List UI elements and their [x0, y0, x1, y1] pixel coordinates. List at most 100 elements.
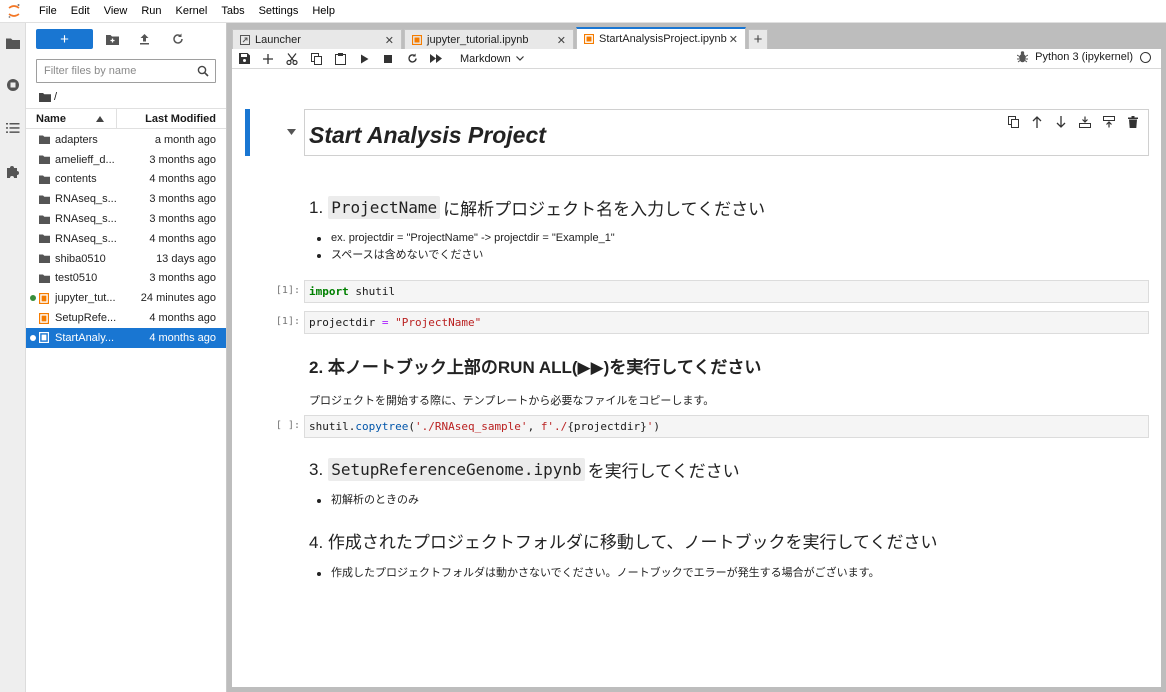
menu-tabs[interactable]: Tabs	[214, 0, 251, 22]
file-modified: 4 months ago	[149, 312, 216, 325]
menu-help[interactable]: Help	[305, 0, 342, 22]
file-row[interactable]: RNAseq_s... 3 months ago	[26, 209, 226, 229]
folder-icon	[38, 253, 50, 265]
close-icon[interactable]: ✕	[385, 34, 394, 47]
copy-icon[interactable]	[304, 49, 328, 69]
menu-file[interactable]: File	[32, 0, 64, 22]
markdown-cell-section-4[interactable]: 4. 作成されたプロジェクトフォルダに移動して、ノートブックを実行してください …	[309, 528, 938, 582]
file-list: adapters a month ago amelieff_d... 3 months…	[26, 130, 226, 348]
markdown-cell-section-2[interactable]: 2. 本ノートブック上部のRUN ALL(▶▶)を実行してください プロジェクト…	[309, 353, 761, 408]
insert-below-icon[interactable]	[1101, 114, 1117, 130]
table-of-contents-icon[interactable]	[5, 120, 21, 136]
extension-icon[interactable]	[5, 163, 21, 179]
file-row[interactable]: contents 4 months ago	[26, 170, 226, 190]
notebook-icon	[412, 34, 422, 45]
file-name: SetupRefe...	[55, 312, 117, 325]
stop-icon[interactable]	[376, 49, 400, 69]
kernel-status[interactable]: Python 3 (ipykernel)	[1017, 51, 1151, 63]
running-icon[interactable]	[5, 77, 21, 93]
delete-cell-icon[interactable]	[1125, 114, 1141, 130]
file-row[interactable]: adapters a month ago	[26, 130, 226, 150]
menu-run[interactable]: Run	[134, 0, 168, 22]
list-item: 初解析のときのみ	[309, 492, 740, 509]
code-cell-projectdir[interactable]: projectdir = "ProjectName"	[304, 311, 1149, 334]
notebook-cells: Start Analysis Project 1. ProjectName に解…	[232, 69, 1161, 687]
close-icon[interactable]: ✕	[729, 33, 738, 46]
jupyter-logo-icon	[0, 0, 28, 23]
file-name: RNAseq_s...	[55, 193, 117, 206]
save-icon[interactable]	[232, 49, 256, 69]
refresh-icon[interactable]	[170, 31, 186, 47]
cell-toolbar	[1005, 114, 1141, 130]
breadcrumb[interactable]: /	[39, 89, 57, 105]
file-row[interactable]: test0510 3 months ago	[26, 269, 226, 289]
search-icon	[197, 65, 209, 77]
menu-kernel[interactable]: Kernel	[169, 0, 215, 22]
file-row[interactable]: shiba0510 13 days ago	[26, 249, 226, 269]
insert-above-icon[interactable]	[1077, 114, 1093, 130]
folder-icon[interactable]	[5, 35, 21, 51]
run-all-icon[interactable]	[424, 49, 448, 69]
file-browser: + / Name Last Modified adaptersa mon	[26, 23, 227, 692]
notebook-panel: Markdown Python 3 (ipykernel) Start Anal…	[232, 49, 1161, 687]
close-icon[interactable]: ✕	[557, 34, 566, 47]
running-indicator-icon	[30, 295, 36, 302]
breadcrumb-root[interactable]: /	[54, 91, 57, 103]
name-column-header[interactable]: Name	[26, 109, 117, 128]
filter-files-field[interactable]	[36, 59, 216, 83]
file-name: shiba0510	[55, 252, 106, 265]
upload-icon[interactable]	[136, 31, 152, 47]
move-up-icon[interactable]	[1029, 114, 1045, 130]
restart-icon[interactable]	[400, 49, 424, 69]
menu-settings[interactable]: Settings	[252, 0, 306, 22]
last-modified-column-header[interactable]: Last Modified	[117, 113, 226, 125]
cut-icon[interactable]	[280, 49, 304, 69]
file-row[interactable]: RNAseq_s... 3 months ago	[26, 189, 226, 209]
markdown-cell-section-1[interactable]: 1. ProjectName に解析プロジェクト名を入力してください ex. p…	[309, 195, 765, 264]
cell-prompt: [1]:	[275, 285, 300, 296]
collapse-heading-icon[interactable]	[287, 129, 296, 135]
folder-icon	[38, 134, 50, 146]
file-modified: 4 months ago	[149, 331, 216, 344]
title-markdown-cell[interactable]: Start Analysis Project	[304, 109, 1149, 156]
file-row[interactable]: jupyter_tut... 24 minutes ago	[26, 288, 226, 308]
folder-icon	[38, 233, 50, 245]
list-item: 作成したプロジェクトフォルダは動かさないでください。ノートブックでエラーが発生す…	[309, 565, 938, 582]
move-down-icon[interactable]	[1053, 114, 1069, 130]
file-name: contents	[55, 173, 97, 186]
tab-start-analysis-project[interactable]: StartAnalysisProject.ipynb ✕	[576, 27, 746, 49]
notebook-title: Start Analysis Project	[309, 122, 546, 148]
file-name: test0510	[55, 272, 98, 285]
duplicate-cell-icon[interactable]	[1005, 114, 1021, 130]
file-modified: a month ago	[154, 133, 216, 146]
file-modified: 3 months ago	[149, 193, 216, 206]
file-name: jupyter_tut...	[55, 292, 116, 305]
menu-edit[interactable]: Edit	[64, 0, 97, 22]
kernel-idle-indicator-icon	[1140, 51, 1151, 63]
file-row[interactable]: StartAnaly... 4 months ago	[26, 327, 226, 348]
tab-launcher[interactable]: Launcher ✕	[232, 29, 402, 49]
tab-jupyter-tutorial[interactable]: jupyter_tutorial.ipynb ✕	[404, 29, 574, 49]
file-row[interactable]: amelieff_d... 3 months ago	[26, 150, 226, 170]
menu-view[interactable]: View	[97, 0, 135, 22]
insert-cell-icon[interactable]	[256, 49, 280, 69]
new-folder-icon[interactable]	[104, 31, 120, 47]
filter-files-input[interactable]	[37, 65, 192, 77]
file-row[interactable]: SetupRefe... 4 months ago	[26, 308, 226, 328]
new-tab-button[interactable]: +	[748, 29, 768, 49]
file-row[interactable]: RNAseq_s... 4 months ago	[26, 229, 226, 249]
markdown-cell-section-3[interactable]: 3. SetupReferenceGenome.ipynb を実行してください …	[309, 457, 740, 509]
tab-bar: Launcher ✕ jupyter_tutorial.ipynb ✕ Star…	[227, 27, 1166, 49]
debugger-bug-icon[interactable]	[1017, 51, 1029, 63]
notebook-icon	[38, 312, 50, 324]
cell-type-select[interactable]: Markdown	[460, 53, 524, 65]
section-4-heading: 4. 作成されたプロジェクトフォルダに移動して、ノートブックを実行してください	[309, 533, 938, 552]
run-icon[interactable]	[352, 49, 376, 69]
code-cell-copytree[interactable]: shutil.copytree('./RNAseq_sample', f'./{…	[304, 415, 1149, 438]
kernel-name[interactable]: Python 3 (ipykernel)	[1035, 51, 1133, 63]
chevron-down-icon	[515, 56, 524, 61]
new-launcher-button[interactable]: +	[36, 29, 93, 49]
code-cell-import[interactable]: import shutil	[304, 280, 1149, 303]
file-name: adapters	[55, 133, 98, 146]
paste-icon[interactable]	[328, 49, 352, 69]
